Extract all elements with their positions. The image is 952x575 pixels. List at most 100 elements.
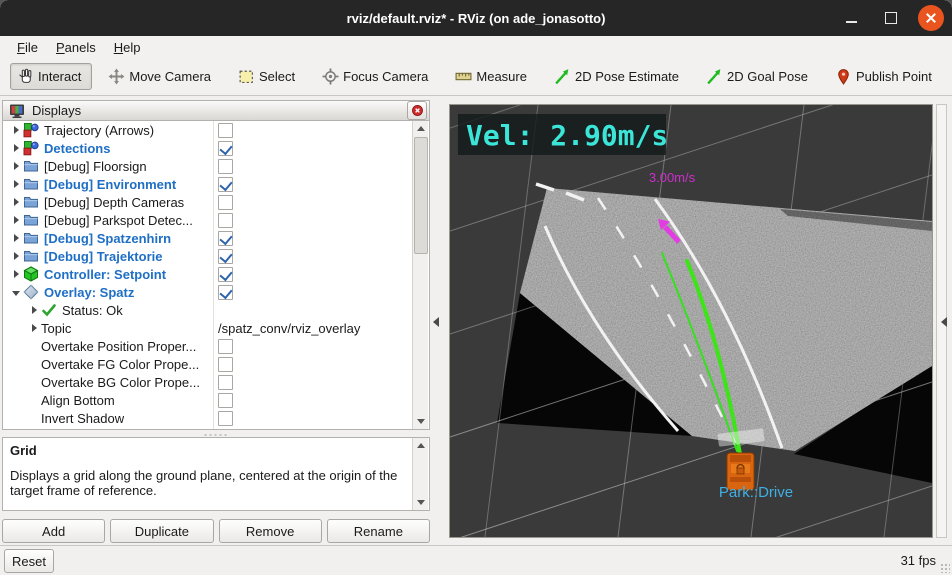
rename-button[interactable]: Rename	[326, 519, 430, 543]
maximize-button[interactable]	[878, 5, 904, 31]
reset-button[interactable]: Reset	[4, 549, 54, 573]
display-row[interactable]: [Debug] Depth Cameras	[3, 193, 429, 211]
tree-scrollbar[interactable]	[412, 121, 428, 429]
tool-2d-pose-estimate[interactable]: 2D Pose Estimate	[554, 68, 679, 85]
duplicate-button[interactable]: Duplicate	[110, 519, 214, 543]
display-enable-checkbox[interactable]	[218, 123, 233, 138]
help-scrollbar[interactable]	[412, 438, 428, 510]
display-row-label: Overtake BG Color Prope...	[41, 374, 200, 390]
display-row[interactable]: [Debug] Spatzenhirn	[3, 229, 429, 247]
remove-button[interactable]: Remove	[218, 519, 322, 543]
render-viewport[interactable]: 3.00m/s Park::Drive Vel: 2.90m/s	[449, 104, 933, 538]
tool-2d-goal-pose[interactable]: 2D Goal Pose	[706, 68, 808, 85]
resize-grip[interactable]	[940, 563, 950, 573]
display-row[interactable]: [Debug] Floorsign	[3, 157, 429, 175]
display-enable-checkbox[interactable]	[218, 195, 233, 210]
speed-marker-label: 3.00m/s	[649, 170, 696, 185]
pose-arrow-icon	[554, 68, 571, 85]
display-row[interactable]: Trajectory (Arrows)	[3, 121, 429, 139]
display-row[interactable]: Controller: Setpoint	[3, 265, 429, 283]
expand-arrow-icon[interactable]	[27, 324, 41, 332]
displays-icon	[9, 103, 25, 119]
tree-scrollbar-thumb[interactable]	[414, 137, 428, 254]
statusbar: Reset 31 fps	[0, 545, 952, 575]
display-enable-checkbox[interactable]	[218, 357, 233, 372]
display-enable-checkbox[interactable]	[218, 285, 233, 300]
display-row-label: Align Bottom	[41, 392, 115, 408]
tool-select[interactable]: Select	[238, 68, 295, 85]
display-row[interactable]: Overtake Position Proper...	[3, 337, 429, 355]
displays-panel: Displays Trajectory (Arrows) Detections …	[2, 100, 430, 545]
tool-publish-point[interactable]: Publish Point	[835, 68, 932, 85]
minimize-icon	[845, 20, 857, 23]
display-enable-checkbox[interactable]	[218, 339, 233, 354]
cube-icon	[23, 266, 39, 282]
display-row-label: Detections	[44, 140, 111, 156]
panel-close-button[interactable]	[407, 101, 427, 120]
expand-arrow-icon[interactable]	[9, 180, 23, 188]
check-icon	[41, 302, 57, 318]
display-enable-checkbox[interactable]	[218, 411, 233, 426]
scroll-up-icon[interactable]	[413, 438, 428, 453]
expand-arrow-icon[interactable]	[9, 252, 23, 260]
display-row[interactable]: [Debug] Parkspot Detec...	[3, 211, 429, 229]
display-row[interactable]: Overtake FG Color Prope...	[3, 355, 429, 373]
collapse-right-handle[interactable]	[938, 302, 950, 342]
menu-help[interactable]: Help	[105, 38, 150, 57]
tool-focus-camera[interactable]: Focus Camera	[322, 68, 428, 85]
scroll-up-icon[interactable]	[413, 121, 428, 136]
add-button[interactable]: Add	[2, 519, 106, 543]
display-enable-checkbox[interactable]	[218, 267, 233, 282]
diamond-icon	[23, 284, 39, 300]
menu-panels[interactable]: Panels	[47, 38, 105, 57]
display-enable-checkbox[interactable]	[218, 141, 233, 156]
collapse-left-handle[interactable]	[430, 302, 442, 342]
help-title: Grid	[10, 443, 37, 458]
scroll-down-icon[interactable]	[413, 414, 428, 429]
scroll-down-icon[interactable]	[413, 495, 428, 510]
titlebar[interactable]: rviz/default.rviz* - RViz (on ade_jonaso…	[0, 0, 952, 36]
expand-arrow-icon[interactable]	[9, 144, 23, 152]
display-row[interactable]: Topic /spatz_conv/rviz_overlay	[3, 319, 429, 337]
tool-measure[interactable]: Measure	[455, 68, 527, 85]
display-enable-checkbox[interactable]	[218, 213, 233, 228]
expand-arrow-icon[interactable]	[9, 126, 23, 134]
display-enable-checkbox[interactable]	[218, 231, 233, 246]
display-row-label: Overtake FG Color Prope...	[41, 356, 200, 372]
display-row[interactable]: [Debug] Trajektorie	[3, 247, 429, 265]
display-enable-checkbox[interactable]	[218, 177, 233, 192]
display-row[interactable]: Overlay: Spatz	[3, 283, 429, 301]
display-row[interactable]: Detections	[3, 139, 429, 157]
expand-arrow-icon[interactable]	[27, 306, 41, 314]
expand-arrow-icon[interactable]	[9, 289, 23, 296]
display-enable-checkbox[interactable]	[218, 249, 233, 264]
display-row[interactable]: Align Bottom	[3, 391, 429, 409]
ruler-icon	[455, 68, 472, 85]
menu-file[interactable]: File	[8, 38, 47, 57]
display-row[interactable]: Invert Shadow	[3, 409, 429, 427]
hand-icon	[17, 68, 34, 85]
display-enable-checkbox[interactable]	[218, 393, 233, 408]
expand-arrow-icon[interactable]	[9, 198, 23, 206]
displays-panel-header[interactable]: Displays	[2, 100, 430, 121]
expand-arrow-icon[interactable]	[9, 162, 23, 170]
display-enable-checkbox[interactable]	[218, 159, 233, 174]
tool-interact[interactable]: Interact	[10, 63, 93, 90]
display-row[interactable]: Overtake BG Color Prope...	[3, 373, 429, 391]
folder-icon	[23, 176, 39, 192]
rviz-window: rviz/default.rviz* - RViz (on ade_jonaso…	[0, 0, 952, 575]
goal-arrow-icon	[706, 68, 723, 85]
help-body: Displays a grid along the ground plane, …	[10, 468, 398, 498]
folder-icon	[23, 194, 39, 210]
display-row-value[interactable]: /spatz_conv/rviz_overlay	[218, 321, 360, 336]
expand-arrow-icon[interactable]	[9, 234, 23, 242]
minimize-button[interactable]	[838, 5, 864, 31]
display-row[interactable]: [Debug] Environment	[3, 175, 429, 193]
display-row[interactable]: Status: Ok	[3, 301, 429, 319]
expand-arrow-icon[interactable]	[9, 270, 23, 278]
move-icon	[108, 68, 125, 85]
tool-move-camera[interactable]: Move Camera	[108, 68, 211, 85]
close-button[interactable]	[918, 5, 944, 31]
expand-arrow-icon[interactable]	[9, 216, 23, 224]
display-enable-checkbox[interactable]	[218, 375, 233, 390]
